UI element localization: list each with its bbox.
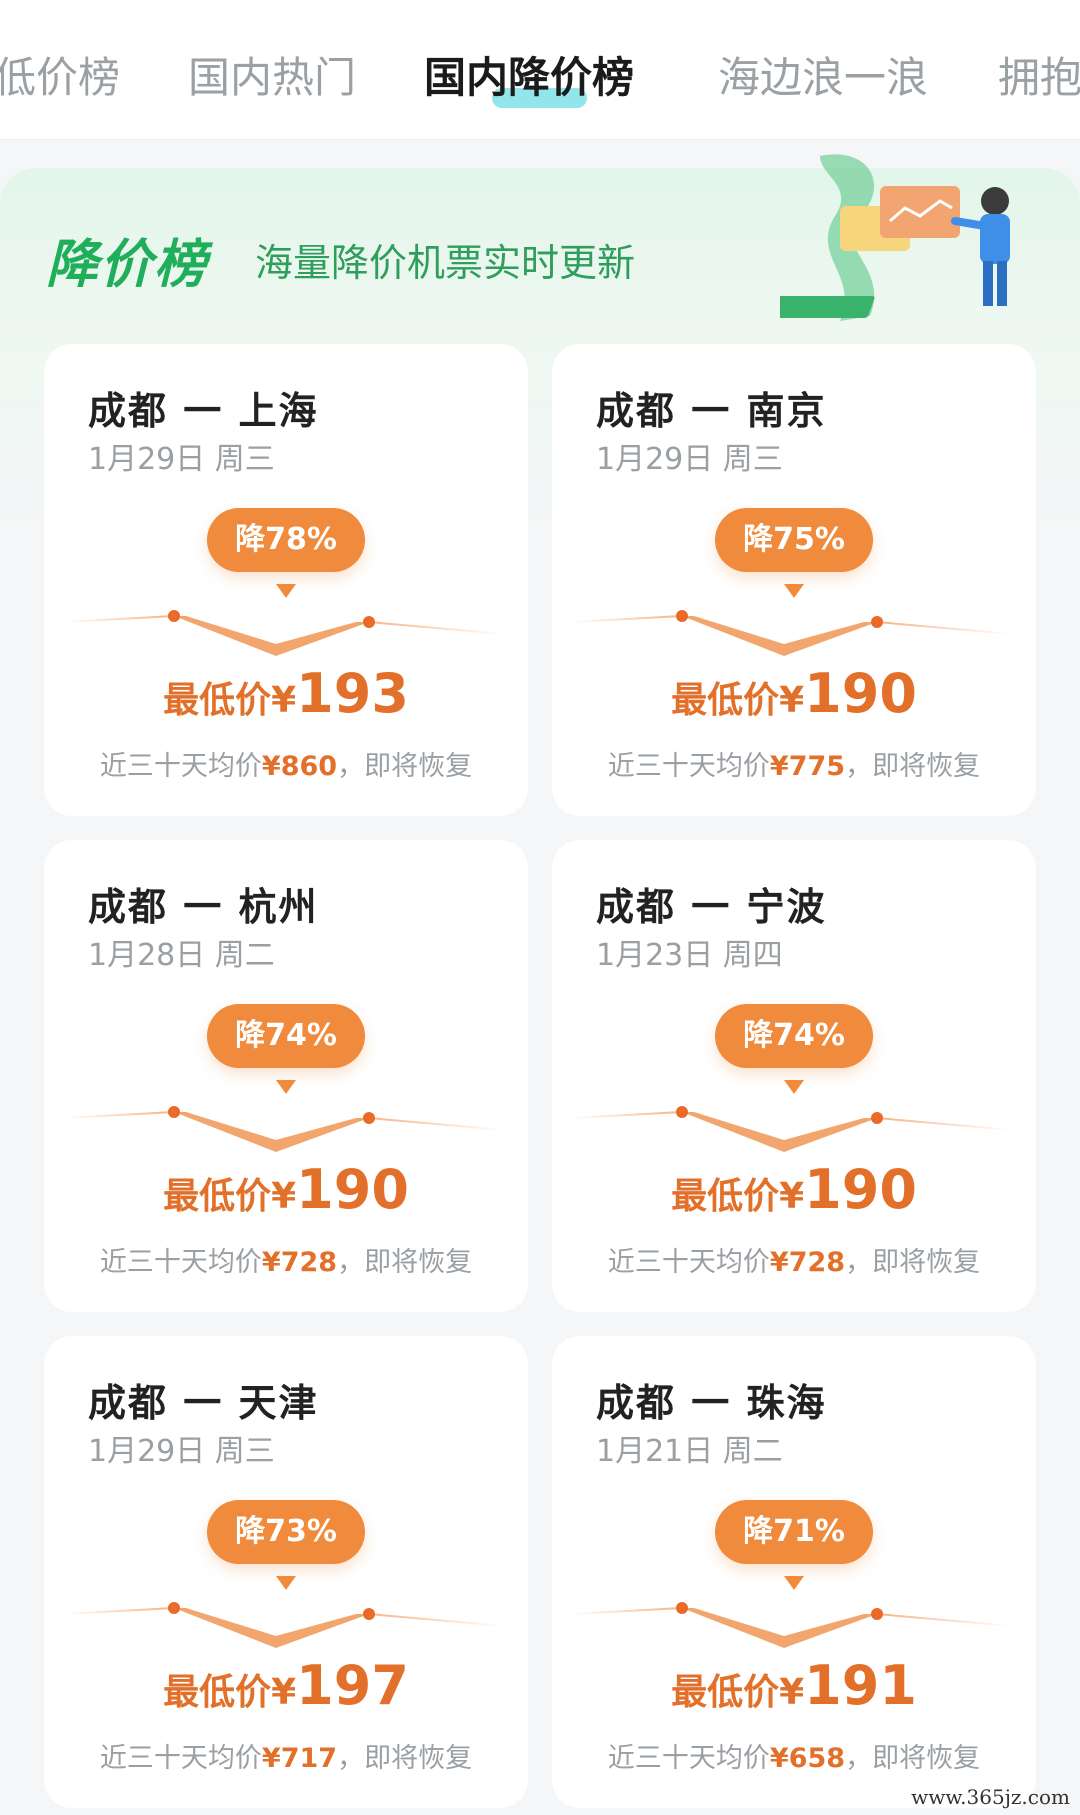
average-price-value: ¥860: [261, 751, 338, 782]
lowest-price-value: 190: [296, 1158, 409, 1221]
banner-title: 降价榜: [46, 235, 209, 295]
flight-deal-card[interactable]: 成都 一 杭州 1月28日 周二 降74% 最低价¥190 近三十天均价¥728…: [44, 840, 528, 1312]
flight-deal-card[interactable]: 成都 一 上海 1月29日 周三 降78% 最低价¥193 近三十天均价¥860…: [44, 344, 528, 816]
average-price-value: ¥717: [261, 1743, 338, 1774]
lowest-price: 最低价¥197: [44, 1654, 528, 1717]
average-price-prefix: 近三十天均价: [607, 1743, 770, 1774]
average-price-note: 近三十天均价¥728，即将恢复: [552, 1240, 1036, 1279]
lowest-price: 最低价¥193: [44, 662, 528, 725]
price-drop-chart-icon: [63, 1602, 505, 1648]
average-price-suffix: ，即将恢复: [337, 1247, 473, 1278]
route-label: 成都 一 天津: [88, 1381, 319, 1425]
route-label: 成都 一 宁波: [596, 885, 827, 929]
price-drop-chart-icon: [571, 1602, 1013, 1648]
price-drop-badge: 降73%: [207, 1500, 365, 1564]
flight-deal-card[interactable]: 成都 一 南京 1月29日 周三 降75% 最低价¥190 近三十天均价¥775…: [552, 344, 1036, 816]
lowest-price: 最低价¥190: [552, 662, 1036, 725]
banner-illustration-icon: [780, 154, 1010, 321]
lowest-price: 最低价¥190: [44, 1158, 528, 1221]
lowest-price-label: 最低价: [671, 680, 780, 721]
lowest-price-value: 191: [804, 1654, 917, 1717]
average-price-suffix: ，即将恢复: [845, 1247, 981, 1278]
average-price-value: ¥658: [769, 1743, 846, 1774]
tab-low-price[interactable]: 低价榜: [0, 48, 120, 108]
average-price-value: ¥728: [261, 1247, 338, 1278]
flight-date: 1月29日 周三: [88, 1434, 275, 1469]
tab-embrace[interactable]: 拥抱: [998, 48, 1080, 108]
currency-symbol: ¥: [271, 1176, 297, 1217]
currency-symbol: ¥: [779, 1176, 805, 1217]
flight-deal-card[interactable]: 成都 一 珠海 1月21日 周二 降71% 最低价¥191 近三十天均价¥658…: [552, 1336, 1036, 1808]
tab-bar: 低价榜 国内热门 国内降价榜 海边浪一浪 拥抱: [0, 0, 1080, 140]
price-drop-badge: 降71%: [715, 1500, 873, 1564]
watermark: www.365jz.com: [911, 1785, 1070, 1809]
price-drop-chart-icon: [571, 1106, 1013, 1152]
price-drop-badge: 降74%: [207, 1004, 365, 1068]
price-drop-badge: 降75%: [715, 508, 873, 572]
lowest-price-value: 193: [296, 662, 409, 725]
lowest-price-value: 190: [804, 662, 917, 725]
flight-date: 1月29日 周三: [88, 442, 275, 477]
average-price-note: 近三十天均价¥658，即将恢复: [552, 1736, 1036, 1775]
lowest-price: 最低价¥191: [552, 1654, 1036, 1717]
average-price-note: 近三十天均价¥775，即将恢复: [552, 744, 1036, 783]
average-price-suffix: ，即将恢复: [845, 1743, 981, 1774]
price-drop-chart-icon: [571, 610, 1013, 656]
banner-subtitle: 海量降价机票实时更新: [255, 241, 636, 285]
tab-domestic-price-drop[interactable]: 国内降价榜: [424, 48, 634, 108]
lowest-price-label: 最低价: [163, 1672, 272, 1713]
route-label: 成都 一 杭州: [88, 885, 319, 929]
flight-date: 1月21日 周二: [596, 1434, 783, 1469]
route-label: 成都 一 上海: [88, 389, 319, 433]
average-price-prefix: 近三十天均价: [99, 751, 262, 782]
flight-deal-card[interactable]: 成都 一 宁波 1月23日 周四 降74% 最低价¥190 近三十天均价¥728…: [552, 840, 1036, 1312]
average-price-prefix: 近三十天均价: [99, 1247, 262, 1278]
lowest-price-value: 197: [296, 1654, 409, 1717]
lowest-price-label: 最低价: [671, 1176, 780, 1217]
tab-seaside[interactable]: 海边浪一浪: [718, 48, 928, 108]
route-label: 成都 一 南京: [596, 389, 827, 433]
price-drop-badge: 降78%: [207, 508, 365, 572]
average-price-value: ¥728: [769, 1247, 846, 1278]
lowest-price-label: 最低价: [163, 680, 272, 721]
average-price-note: 近三十天均价¥717，即将恢复: [44, 1736, 528, 1775]
average-price-prefix: 近三十天均价: [607, 751, 770, 782]
average-price-note: 近三十天均价¥728，即将恢复: [44, 1240, 528, 1279]
average-price-suffix: ，即将恢复: [337, 751, 473, 782]
flight-date: 1月23日 周四: [596, 938, 783, 973]
flight-date: 1月28日 周二: [88, 938, 275, 973]
lowest-price: 最低价¥190: [552, 1158, 1036, 1221]
currency-symbol: ¥: [271, 1672, 297, 1713]
price-drop-chart-icon: [63, 610, 505, 656]
price-drop-badge: 降74%: [715, 1004, 873, 1068]
price-drop-chart-icon: [63, 1106, 505, 1152]
tab-domestic-hot[interactable]: 国内热门: [188, 48, 356, 108]
lowest-price-label: 最低价: [671, 1672, 780, 1713]
average-price-suffix: ，即将恢复: [845, 751, 981, 782]
flight-date: 1月29日 周三: [596, 442, 783, 477]
average-price-note: 近三十天均价¥860，即将恢复: [44, 744, 528, 783]
currency-symbol: ¥: [779, 1672, 805, 1713]
average-price-prefix: 近三十天均价: [99, 1743, 262, 1774]
currency-symbol: ¥: [779, 680, 805, 721]
route-label: 成都 一 珠海: [596, 1381, 827, 1425]
average-price-value: ¥775: [769, 751, 846, 782]
flight-deal-card[interactable]: 成都 一 天津 1月29日 周三 降73% 最低价¥197 近三十天均价¥717…: [44, 1336, 528, 1808]
lowest-price-label: 最低价: [163, 1176, 272, 1217]
average-price-prefix: 近三十天均价: [607, 1247, 770, 1278]
currency-symbol: ¥: [271, 680, 297, 721]
average-price-suffix: ，即将恢复: [337, 1743, 473, 1774]
lowest-price-value: 190: [804, 1158, 917, 1221]
